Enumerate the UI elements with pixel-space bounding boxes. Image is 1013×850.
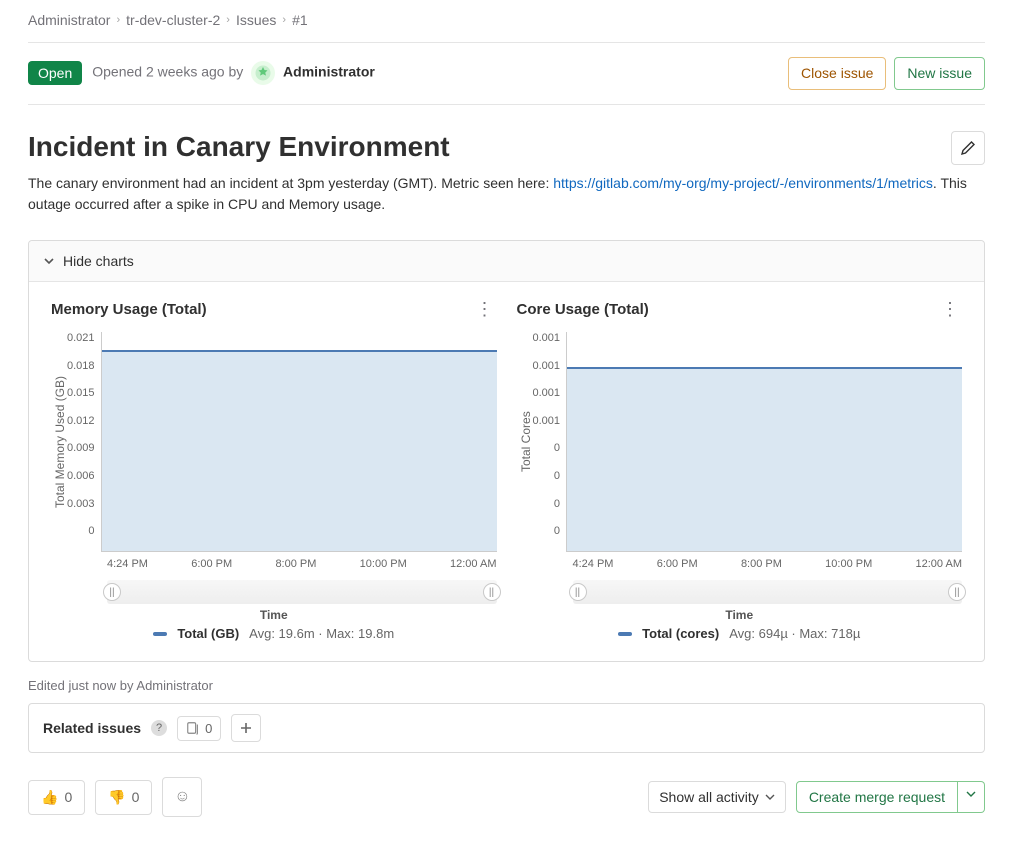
issue-description: The canary environment had an incident a…: [28, 173, 985, 232]
x-axis-ticks: 4:24 PM6:00 PM8:00 PM10:00 PM12:00 AM: [573, 558, 963, 570]
crumb-issue-id[interactable]: #1: [292, 12, 308, 28]
y-axis-label: Total Cores: [517, 332, 533, 552]
smiley-icon: ☺: [174, 788, 190, 806]
status-badge: Open: [28, 61, 82, 85]
pencil-icon: [960, 140, 976, 156]
chart-card: Core Usage (Total) ⋮ Total Cores 0.0010.…: [517, 300, 963, 641]
issue-header: Open Opened 2 weeks ago by Administrator…: [28, 43, 985, 105]
activity-filter-dropdown[interactable]: Show all activity: [648, 781, 786, 813]
add-reaction-button[interactable]: ☺: [162, 777, 202, 817]
legend-swatch: [618, 632, 632, 636]
thumbs-up-icon: 👍: [41, 789, 58, 806]
x-axis-label: Time: [517, 608, 963, 622]
create-merge-request-button[interactable]: Create merge request: [796, 781, 958, 813]
brush-handle-right[interactable]: ||: [483, 583, 501, 601]
time-brush[interactable]: || ||: [573, 580, 963, 604]
chart-menu-button[interactable]: ⋮: [473, 300, 497, 318]
y-axis-ticks: 0.0210.0180.0150.0120.0090.0060.0030: [67, 332, 101, 537]
crumb-issues[interactable]: Issues: [236, 12, 276, 28]
help-icon[interactable]: ?: [151, 720, 167, 736]
related-issues-count: 0: [177, 716, 221, 741]
author-name[interactable]: Administrator: [283, 64, 375, 80]
brush-handle-right[interactable]: ||: [948, 583, 966, 601]
related-issues-label: Related issues: [43, 720, 141, 736]
add-related-issue-button[interactable]: [231, 714, 261, 742]
chart-legend: Total (GB) Avg: 19.6m · Max: 19.8m: [51, 626, 497, 641]
new-issue-button[interactable]: New issue: [894, 57, 985, 90]
legend-stats: Avg: 694µ · Max: 718µ: [729, 626, 860, 641]
y-axis-label: Total Memory Used (GB): [51, 332, 67, 552]
close-issue-button[interactable]: Close issue: [788, 57, 886, 90]
page-title: Incident in Canary Environment: [28, 131, 951, 163]
chevron-right-icon: ›: [226, 14, 230, 26]
y-axis-ticks: 0.0010.0010.0010.0010000: [533, 332, 567, 537]
chevron-down-icon: [765, 792, 775, 802]
chevron-right-icon: ›: [282, 14, 286, 26]
legend-series-name: Total (cores): [642, 626, 719, 641]
plus-icon: [239, 721, 253, 735]
chevron-right-icon: ›: [116, 14, 120, 26]
plot-area[interactable]: [101, 332, 497, 552]
legend-swatch: [153, 632, 167, 636]
legend-stats: Avg: 19.6m · Max: 19.8m: [249, 626, 394, 641]
edited-by-text: Edited just now by Administrator: [28, 678, 985, 693]
issue-icon: [186, 721, 200, 735]
issue-footer: 👍 0 👎 0 ☺ Show all activity Create merge…: [28, 777, 985, 817]
edit-title-button[interactable]: [951, 131, 985, 165]
create-merge-request-dropdown[interactable]: [958, 781, 985, 813]
chart-title: Core Usage (Total): [517, 301, 939, 318]
related-issues-panel: Related issues ? 0: [28, 703, 985, 753]
x-axis-ticks: 4:24 PM6:00 PM8:00 PM10:00 PM12:00 AM: [107, 558, 497, 570]
brush-handle-left[interactable]: ||: [103, 583, 121, 601]
chart-legend: Total (cores) Avg: 694µ · Max: 718µ: [517, 626, 963, 641]
brush-handle-left[interactable]: ||: [569, 583, 587, 601]
chart-title: Memory Usage (Total): [51, 301, 473, 318]
breadcrumb: Administrator › tr-dev-cluster-2 › Issue…: [28, 0, 985, 43]
thumbs-down-icon: 👎: [108, 789, 125, 806]
chevron-down-icon: [966, 789, 976, 799]
hide-charts-toggle[interactable]: Hide charts: [29, 241, 984, 282]
plot-area[interactable]: [566, 332, 962, 552]
chart-menu-button[interactable]: ⋮: [938, 300, 962, 318]
chevron-down-icon: [43, 255, 55, 267]
thumbs-up-button[interactable]: 👍 0: [28, 780, 85, 815]
opened-text: Opened 2 weeks ago by Administrator: [92, 61, 375, 85]
legend-series-name: Total (GB): [177, 626, 239, 641]
crumb-admin[interactable]: Administrator: [28, 12, 110, 28]
avatar[interactable]: [251, 61, 275, 85]
time-brush[interactable]: || ||: [107, 580, 497, 604]
x-axis-label: Time: [51, 608, 497, 622]
crumb-project[interactable]: tr-dev-cluster-2: [126, 12, 220, 28]
metrics-link[interactable]: https://gitlab.com/my-org/my-project/-/e…: [553, 175, 933, 191]
chart-card: Memory Usage (Total) ⋮ Total Memory Used…: [51, 300, 497, 641]
charts-panel: Hide charts Memory Usage (Total) ⋮ Total…: [28, 240, 985, 662]
thumbs-down-button[interactable]: 👎 0: [95, 780, 152, 815]
